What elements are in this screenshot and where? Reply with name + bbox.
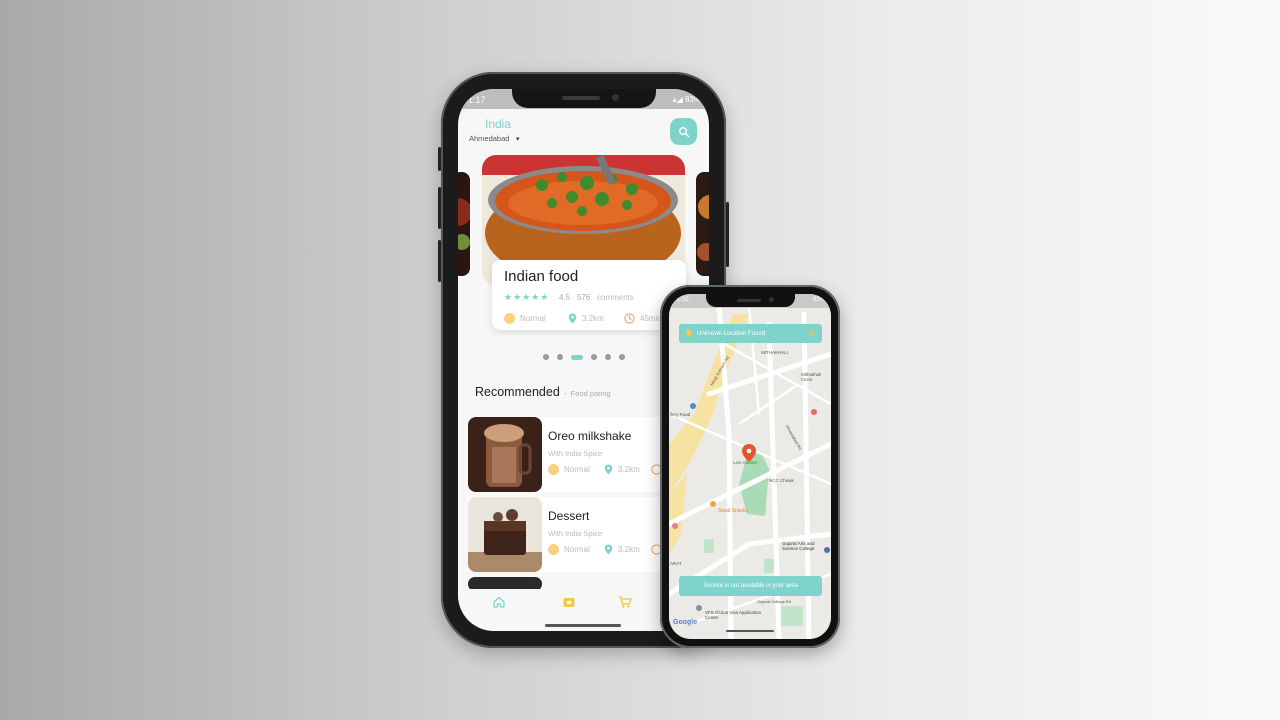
page-dot[interactable] (605, 354, 611, 360)
map-label: ARAT (670, 561, 682, 566)
location-banner[interactable]: Unknown Location Found (679, 324, 822, 343)
volume-down-button (438, 240, 441, 282)
spice-level: Normal (504, 313, 546, 324)
battery-status: ▴◢ 83% (672, 95, 701, 104)
spice-label: Normal (520, 314, 546, 323)
google-logo: Google (673, 619, 698, 626)
front-camera (769, 297, 774, 302)
spice-icon (548, 464, 559, 475)
item-image (468, 417, 542, 492)
battery-status: 83% (812, 297, 825, 303)
item-description: With India Spice (548, 529, 603, 538)
notch (512, 89, 656, 108)
milkshake-photo (468, 417, 542, 492)
front-camera (612, 94, 619, 101)
recommended-subtitle: - Food paring (564, 389, 611, 398)
page-dot[interactable] (591, 354, 597, 360)
cart-icon[interactable] (618, 595, 632, 609)
distance-label: 3.2km (582, 314, 604, 323)
rating-value: 4.5 (559, 293, 571, 302)
map-label: MITHAKHALI (761, 350, 789, 355)
item-image (468, 497, 542, 572)
volume-up-button (438, 187, 441, 229)
notch (706, 294, 795, 307)
search-icon[interactable] (809, 330, 816, 337)
home-indicator (545, 624, 621, 627)
map-label: Mithakhali Circle (801, 372, 822, 382)
distance: 3.2km (568, 313, 604, 324)
spice-icon (504, 313, 515, 324)
dessert-photo (468, 497, 542, 572)
page-dot[interactable] (557, 354, 563, 360)
page-dot[interactable] (543, 354, 549, 360)
food-image-next (696, 172, 709, 276)
screen-map: MITHAKHALI Mithakhali Circle Law Garden … (669, 294, 831, 639)
search-icon (678, 126, 689, 137)
spice-level: Normal (548, 464, 590, 475)
distance: 3.2km (604, 464, 640, 475)
comments-label: comments (597, 293, 634, 302)
mute-switch (438, 147, 441, 171)
page-dot[interactable] (619, 354, 625, 360)
spice-level: Normal (548, 544, 590, 555)
status-time: 1:17 (468, 95, 486, 105)
item-name: Oreo milkshake (548, 429, 632, 443)
map-label: llery Road (670, 412, 691, 417)
rating-stars-icon: ★★★★★ (504, 292, 550, 302)
map-label: Gujarat College Rd (757, 599, 792, 604)
wallet-icon[interactable] (562, 595, 576, 609)
location-pin-icon (604, 544, 613, 555)
carousel-prev-card[interactable] (458, 172, 470, 276)
location-pin-icon (568, 313, 577, 324)
food-image-prev (458, 172, 470, 276)
distance: 3.2km (604, 544, 640, 555)
map-label: Swati Snacks (718, 508, 749, 514)
search-button[interactable] (670, 118, 697, 145)
earpiece-speaker (562, 96, 600, 100)
carousel-pagination (543, 354, 625, 360)
time-label: 45min (640, 314, 662, 323)
home-icon[interactable] (492, 595, 506, 609)
map-label: VFS Global Visa Application Center (705, 610, 761, 620)
page-dot-active[interactable] (571, 354, 583, 360)
location-pin-icon (685, 329, 693, 338)
status-time: 1:32 (677, 297, 689, 303)
home-indicator (726, 630, 774, 632)
hero-title: Indian food (504, 268, 579, 285)
prep-time: 45min (624, 313, 662, 324)
map-label: Gujarat Arts and Science College (782, 541, 815, 551)
map-label: Law Garden (733, 460, 758, 465)
service-unavailable-banner: Service is not available in your area (679, 576, 822, 596)
location-banner-text: Unknown Location Found (697, 330, 766, 337)
phone-secondary: MITHAKHALI Mithakhali Circle Law Garden … (660, 285, 840, 648)
item-description: With India Spice (548, 449, 603, 458)
carousel-next-card[interactable] (696, 172, 709, 276)
hero-info-card[interactable]: Indian food ★★★★★ 4.5 576 comments Norma… (492, 260, 686, 330)
power-button (726, 202, 729, 267)
item-name: Dessert (548, 509, 590, 523)
comments-count: 576 (577, 293, 591, 302)
caret-down-icon[interactable]: ▾ (516, 135, 520, 143)
location-country[interactable]: India (485, 117, 511, 131)
spice-icon (548, 544, 559, 555)
map-label: NCC Chowk (769, 478, 794, 483)
earpiece-speaker (737, 299, 761, 302)
location-city[interactable]: Ahmedabad (469, 134, 509, 143)
clock-icon (624, 313, 635, 324)
recommended-heading: Recommended (475, 385, 560, 399)
location-pin-icon (604, 464, 613, 475)
